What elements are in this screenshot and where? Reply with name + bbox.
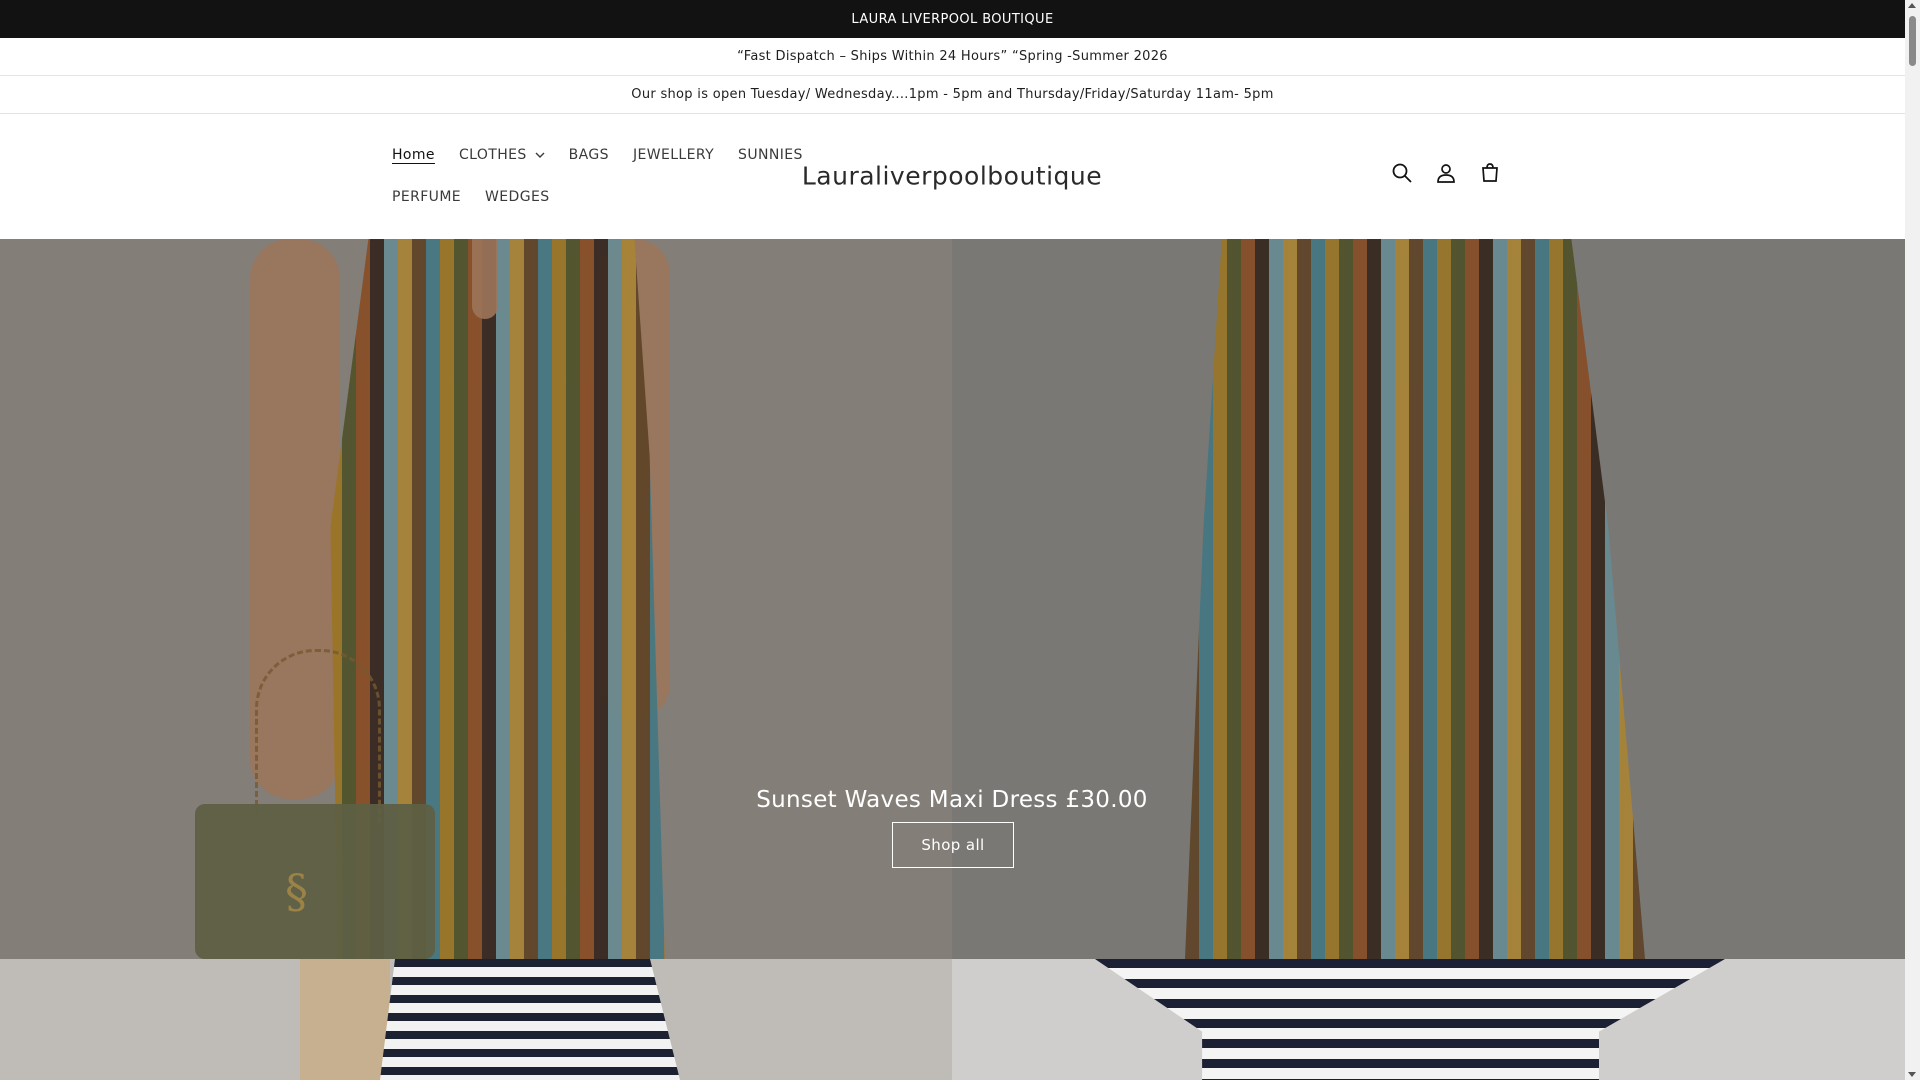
nav-item-clothes[interactable]: CLOTHES bbox=[459, 147, 545, 163]
hero-heading: Sunset Waves Maxi Dress £30.00 bbox=[756, 787, 1148, 813]
announcement-top-text: LAURA LIVERPOOL BOUTIQUE bbox=[851, 11, 1054, 27]
search-icon bbox=[1392, 163, 1412, 183]
scroll-down-icon[interactable] bbox=[1908, 1072, 1916, 1077]
striped-top-left bbox=[380, 959, 680, 1080]
scroll-up-icon[interactable] bbox=[1908, 3, 1916, 8]
cart-button[interactable] bbox=[1476, 159, 1504, 187]
announcement-dispatch-text: “Fast Dispatch – Ships Within 24 Hours” … bbox=[737, 49, 1168, 64]
cart-icon bbox=[1482, 163, 1498, 182]
scroll-thumb[interactable] bbox=[1909, 16, 1916, 66]
main-nav: Home CLOTHES BAGS JEWELLERY SUNNIES PERF… bbox=[392, 134, 802, 218]
nav-item-bags[interactable]: BAGS bbox=[569, 147, 609, 163]
collection-row bbox=[0, 959, 1905, 1080]
nav-row-2: PERFUME WEDGES bbox=[392, 176, 792, 218]
chevron-down-icon bbox=[535, 152, 545, 158]
nav-row-1: Home CLOTHES BAGS JEWELLERY SUNNIES bbox=[392, 134, 802, 176]
site-header: Home CLOTHES BAGS JEWELLERY SUNNIES PERF… bbox=[0, 114, 1905, 239]
announcement-bar-dispatch: “Fast Dispatch – Ships Within 24 Hours” … bbox=[0, 38, 1905, 76]
announcement-hours-text: Our shop is open Tuesday/ Wednesday....1… bbox=[631, 87, 1274, 102]
shop-all-button[interactable]: Shop all bbox=[892, 822, 1014, 868]
model-hair bbox=[300, 959, 390, 1080]
account-button[interactable] bbox=[1432, 159, 1460, 187]
search-button[interactable] bbox=[1388, 159, 1416, 187]
nav-item-jewellery[interactable]: JEWELLERY bbox=[633, 147, 714, 163]
nav-item-home[interactable]: Home bbox=[392, 147, 435, 163]
announcement-bar-top: LAURA LIVERPOOL BOUTIQUE bbox=[0, 0, 1905, 38]
nav-item-perfume[interactable]: PERFUME bbox=[392, 189, 461, 205]
account-icon bbox=[1437, 164, 1455, 183]
hero-banner: § Sunset Waves Maxi Dress £30.00 Shop al… bbox=[0, 239, 1905, 959]
nav-item-clothes-label: CLOTHES bbox=[458, 147, 527, 163]
site-logo[interactable]: Lauraliverpoolboutique bbox=[802, 162, 1102, 191]
nav-item-wedges[interactable]: WEDGES bbox=[485, 189, 549, 205]
nav-item-sunnies[interactable]: SUNNIES bbox=[738, 147, 803, 163]
scrollbar[interactable] bbox=[1905, 0, 1920, 1080]
announcement-bar-hours: Our shop is open Tuesday/ Wednesday....1… bbox=[0, 76, 1905, 114]
header-icons bbox=[1388, 159, 1504, 187]
